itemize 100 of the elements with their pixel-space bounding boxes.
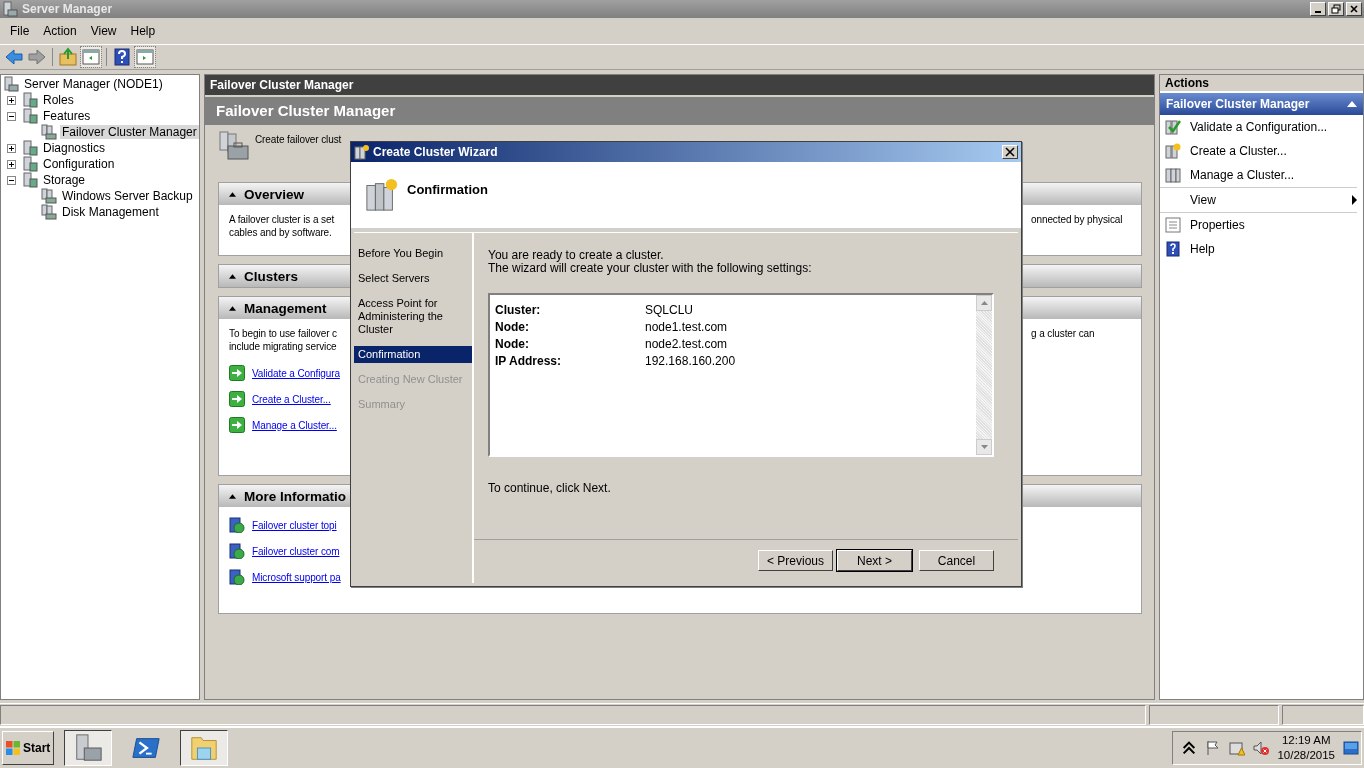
body-text: To begin to use failover c bbox=[229, 327, 338, 340]
close-button[interactable] bbox=[1346, 2, 1362, 16]
pane-command[interactable]: Validate a Configuration... bbox=[1190, 120, 1328, 134]
body-text: cables and by software. bbox=[229, 226, 333, 239]
description-text: Create failover clust bbox=[255, 133, 342, 145]
minimize-icon bbox=[1315, 11, 1321, 13]
collapse-icon[interactable] bbox=[229, 493, 236, 499]
link[interactable]: Validate a Configura bbox=[252, 367, 340, 379]
expander-icon[interactable] bbox=[7, 111, 16, 121]
server-icon bbox=[22, 92, 38, 108]
help-icon bbox=[1165, 241, 1181, 257]
expander-icon[interactable] bbox=[7, 175, 16, 185]
cluster-check-icon bbox=[1165, 119, 1181, 135]
taskbar-button[interactable] bbox=[64, 730, 112, 766]
minimize-button[interactable] bbox=[1310, 2, 1326, 16]
collapse-icon[interactable] bbox=[229, 305, 236, 311]
pane-command[interactable]: Properties bbox=[1190, 218, 1245, 232]
cluster-icon bbox=[41, 188, 57, 204]
menu-item[interactable]: Action bbox=[36, 22, 84, 40]
panel-title: Overview bbox=[244, 186, 305, 202]
cluster-icon bbox=[354, 144, 370, 160]
link[interactable]: Failover cluster topi bbox=[252, 519, 337, 531]
taskbar-button[interactable] bbox=[180, 730, 228, 766]
show-hidden-icon[interactable] bbox=[1181, 740, 1198, 756]
cluster-icon bbox=[1165, 143, 1181, 159]
restore-button[interactable] bbox=[1328, 2, 1344, 16]
server-icon bbox=[22, 156, 38, 172]
four-color-flag-icon bbox=[5, 740, 21, 756]
pane-title: Actions bbox=[1160, 75, 1363, 93]
server-icon bbox=[73, 733, 103, 763]
tree-item[interactable]: Storage bbox=[41, 173, 88, 187]
wizard-step[interactable]: Access Point for Administering the Cluster bbox=[354, 295, 472, 338]
pane-command[interactable]: Help bbox=[1190, 242, 1215, 256]
dialog-title: Create Cluster Wizard bbox=[373, 145, 498, 159]
setting-label: IP Address: bbox=[495, 353, 563, 368]
tree-item[interactable]: Roles bbox=[41, 93, 76, 107]
close-icon bbox=[1005, 147, 1015, 157]
dialog-button[interactable]: Next > bbox=[837, 550, 912, 571]
link[interactable]: Manage a Cluster... bbox=[252, 419, 337, 431]
link[interactable]: Microsoft support pa bbox=[252, 571, 341, 583]
setting-label: Cluster: bbox=[495, 302, 542, 317]
speaker-muted-icon[interactable] bbox=[1253, 740, 1270, 756]
forward-icon[interactable] bbox=[27, 47, 47, 67]
expander-icon[interactable] bbox=[7, 95, 16, 105]
window-title: Server Manager bbox=[22, 2, 113, 16]
tree-item[interactable]: Configuration bbox=[41, 157, 117, 171]
panel-title: Management bbox=[244, 300, 327, 316]
cluster-icon bbox=[41, 204, 57, 220]
properties-icon bbox=[1165, 217, 1181, 233]
tree-item[interactable]: Windows Server Backup bbox=[60, 189, 195, 203]
menu-item[interactable]: Help bbox=[123, 22, 163, 40]
show-tree-icon[interactable] bbox=[81, 47, 101, 67]
setting-label: Node: bbox=[495, 319, 530, 334]
expander-icon[interactable] bbox=[7, 159, 16, 169]
scroll-down-icon[interactable] bbox=[980, 445, 988, 449]
tree-item[interactable]: Features bbox=[41, 109, 93, 123]
body-text: g a cluster can bbox=[1031, 327, 1096, 340]
wizard-step[interactable]: Confirmation bbox=[354, 346, 472, 363]
expander-icon[interactable] bbox=[7, 143, 16, 153]
panel-title: Clusters bbox=[244, 268, 299, 284]
server-icon bbox=[22, 140, 38, 156]
tree-item[interactable]: Disk Management bbox=[60, 205, 161, 219]
intro-text: The wizard will create your cluster with the following settings: bbox=[488, 262, 813, 275]
cluster-icon bbox=[1165, 167, 1181, 183]
setting-value: node2.test.com bbox=[645, 336, 728, 351]
collapse-icon[interactable] bbox=[229, 273, 236, 279]
close-icon bbox=[1349, 4, 1359, 14]
link[interactable]: Create a Cluster... bbox=[252, 393, 331, 405]
tree-item[interactable]: Failover Cluster Manager bbox=[60, 125, 199, 139]
panel-title: More Informatio bbox=[244, 488, 346, 504]
dialog-button[interactable]: < Previous bbox=[758, 550, 833, 571]
network-warning-icon[interactable] bbox=[1229, 740, 1246, 756]
globe-page-icon bbox=[229, 517, 245, 533]
menu-item[interactable]: File bbox=[3, 22, 37, 40]
intro-text: You are ready to create a cluster. bbox=[488, 249, 665, 262]
show-desktop-icon[interactable] bbox=[1343, 740, 1359, 756]
cluster-icon bbox=[41, 124, 57, 140]
section-header[interactable]: Failover Cluster Manager bbox=[1160, 93, 1363, 115]
wizard-heading: Confirmation bbox=[407, 181, 488, 197]
breadcrumb-bar: Failover Cluster Manager bbox=[205, 75, 1154, 95]
help-icon[interactable] bbox=[112, 47, 132, 67]
dialog-button[interactable]: Cancel bbox=[919, 550, 994, 571]
wizard-step[interactable]: Before You Begin bbox=[354, 245, 472, 262]
close-button[interactable] bbox=[1002, 145, 1018, 159]
scrollbar[interactable] bbox=[976, 295, 992, 455]
back-icon[interactable] bbox=[4, 47, 24, 67]
tree-item[interactable]: Diagnostics bbox=[41, 141, 108, 155]
server-icon bbox=[22, 108, 38, 124]
menu-item[interactable]: View bbox=[83, 22, 124, 40]
tree-item[interactable]: Server Manager (NODE1) bbox=[22, 77, 165, 91]
link[interactable]: Failover cluster com bbox=[252, 545, 340, 557]
setting-label: Node: bbox=[495, 336, 530, 351]
toolbox-icon bbox=[218, 130, 250, 162]
scroll-up-icon[interactable] bbox=[980, 301, 988, 305]
start-button[interactable]: Start bbox=[2, 731, 54, 765]
pane-command[interactable]: Manage a Cluster... bbox=[1190, 168, 1295, 182]
wizard-step[interactable]: Select Servers bbox=[354, 270, 472, 287]
pane-command[interactable]: Create a Cluster... bbox=[1190, 144, 1287, 158]
collapse-icon[interactable] bbox=[229, 191, 236, 197]
pane-command[interactable]: View bbox=[1190, 193, 1216, 207]
